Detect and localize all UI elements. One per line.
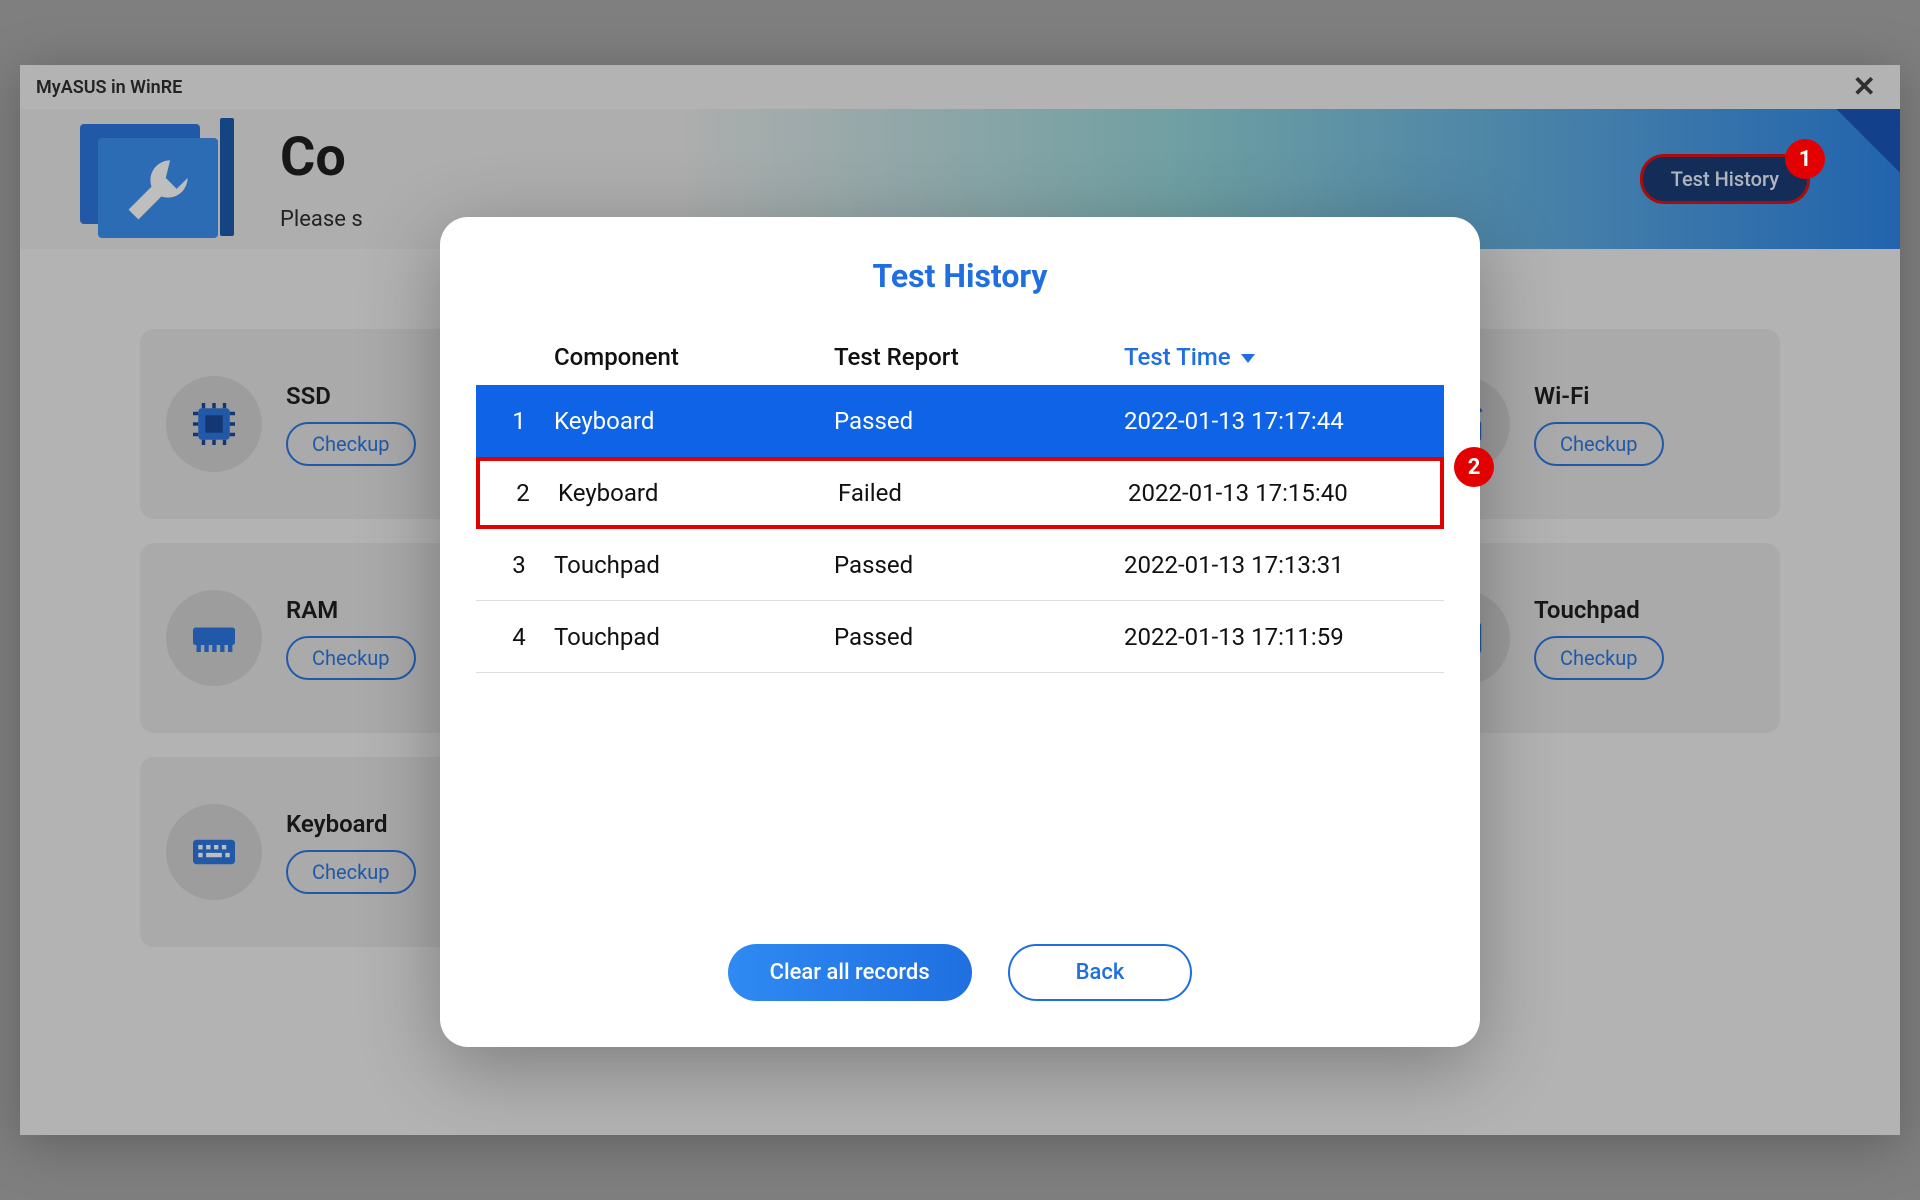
col-time-label: Test Time: [1124, 343, 1231, 371]
clear-all-button[interactable]: Clear all records: [728, 944, 972, 1001]
table-row[interactable]: 4TouchpadPassed2022-01-13 17:11:59: [476, 601, 1444, 673]
row-index: 3: [484, 551, 554, 579]
row-index: 4: [484, 623, 554, 651]
col-time-sort[interactable]: Test Time: [1124, 343, 1436, 371]
modal-actions: Clear all records Back: [476, 944, 1444, 1011]
app-window: MyASUS in WinRE ✕ Co Please s Test Histo…: [20, 65, 1900, 1135]
chevron-down-icon: [1241, 354, 1255, 363]
table-row[interactable]: 3TouchpadPassed2022-01-13 17:13:31: [476, 529, 1444, 601]
back-button[interactable]: Back: [1008, 944, 1193, 1001]
row-report: Failed: [838, 479, 1128, 507]
row-index: 1: [484, 407, 554, 435]
row-component: Touchpad: [554, 623, 834, 651]
row-time: 2022-01-13 17:17:44: [1124, 407, 1436, 435]
table-row[interactable]: 2KeyboardFailed2022-01-13 17:15:40: [476, 457, 1444, 529]
col-component: Component: [554, 343, 834, 371]
row-component: Keyboard: [558, 479, 838, 507]
table-row[interactable]: 1KeyboardPassed2022-01-13 17:17:44: [476, 385, 1444, 457]
row-component: Touchpad: [554, 551, 834, 579]
row-report: Passed: [834, 551, 1124, 579]
row-time: 2022-01-13 17:13:31: [1124, 551, 1436, 579]
row-time: 2022-01-13 17:11:59: [1124, 623, 1436, 651]
annotation-badge-1: 1: [1785, 139, 1825, 179]
row-report: Passed: [834, 407, 1124, 435]
row-component: Keyboard: [554, 407, 834, 435]
row-time: 2022-01-13 17:15:40: [1128, 479, 1432, 507]
table-body: 1KeyboardPassed2022-01-13 17:17:442Keybo…: [476, 385, 1444, 673]
modal-title: Test History: [476, 257, 1444, 295]
table-header: Component Test Report Test Time: [476, 329, 1444, 385]
row-report: Passed: [834, 623, 1124, 651]
row-index: 2: [488, 479, 558, 507]
test-history-modal: Test History Component Test Report Test …: [440, 217, 1480, 1047]
col-report: Test Report: [834, 343, 1124, 371]
annotation-badge-2: 2: [1454, 447, 1494, 487]
